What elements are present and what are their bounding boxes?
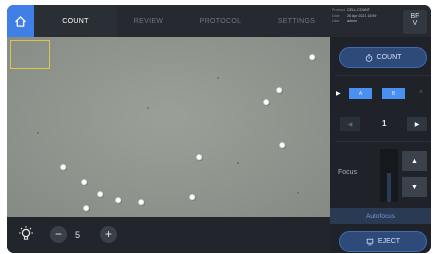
app-screen: COUNT REVIEW PROTOCOL SETTINGS Protocol …: [7, 5, 431, 253]
zoom-in-button[interactable]: +: [100, 226, 117, 243]
tab-settings[interactable]: SETTINGS: [261, 5, 332, 37]
cell: [279, 142, 286, 149]
tab-count[interactable]: COUNT: [34, 5, 117, 37]
cell: [115, 197, 122, 204]
debris: [147, 107, 149, 109]
roi-selection-box[interactable]: [10, 40, 50, 69]
chevron-down-icon: V: [412, 20, 418, 27]
focus-label: Focus: [338, 169, 358, 176]
slot-a-button[interactable]: A: [349, 88, 372, 99]
divider: [335, 141, 431, 142]
timer-icon: [365, 53, 372, 62]
debris: [217, 77, 219, 79]
cell: [60, 164, 67, 171]
control-panel: COUNT ▶ A B × ◀ 1 ▶ Focus ▲ ▼ Autofocus …: [330, 37, 431, 253]
next-button[interactable]: ▶: [407, 117, 427, 131]
focus-gauge: [380, 149, 398, 202]
eject-button-label: EJECT: [377, 238, 401, 245]
cell: [309, 54, 316, 61]
debris: [297, 192, 299, 194]
cell: [97, 191, 104, 198]
info-key: User: [332, 19, 340, 23]
info-row-user: User admin: [332, 19, 396, 25]
image-toolbar: − 5 +: [7, 217, 330, 253]
page-number: 1: [382, 119, 387, 128]
tab-review[interactable]: REVIEW: [117, 5, 180, 37]
cell: [196, 154, 203, 161]
count-button-label: COUNT: [376, 54, 402, 61]
cell: [189, 194, 196, 201]
home-icon: [15, 15, 26, 27]
slot-b-button[interactable]: B: [382, 88, 405, 99]
autofocus-button[interactable]: Autofocus: [330, 208, 431, 224]
zoom-out-button[interactable]: −: [50, 226, 67, 243]
zoom-level: 5: [75, 230, 81, 240]
user-menu-button[interactable]: BF V: [403, 10, 427, 34]
cell: [263, 99, 270, 106]
top-bar: COUNT REVIEW PROTOCOL SETTINGS Protocol …: [7, 5, 431, 37]
focus-level-fill: [387, 173, 391, 202]
session-info: Protocol CELL-COUNT Date 26 Apr 2021 15:…: [332, 8, 396, 34]
cell: [81, 179, 88, 186]
previous-button[interactable]: ◀: [340, 117, 360, 131]
debris: [237, 162, 239, 164]
debris: [37, 132, 39, 134]
microscope-image[interactable]: [7, 37, 330, 217]
tab-protocol[interactable]: PROTOCOL: [180, 5, 261, 37]
cell: [276, 87, 283, 94]
slot-pointer-icon: ▶: [336, 91, 341, 97]
home-button[interactable]: [7, 5, 34, 37]
user-initials: BF: [410, 13, 420, 20]
count-button[interactable]: COUNT: [339, 47, 427, 68]
eject-button[interactable]: EJECT: [339, 231, 427, 252]
lightbulb-icon[interactable]: [17, 225, 35, 243]
close-icon[interactable]: ×: [419, 89, 423, 96]
info-value: admin: [347, 19, 357, 23]
divider: [335, 75, 431, 76]
eject-icon: [366, 238, 374, 245]
focus-down-button[interactable]: ▼: [402, 177, 427, 197]
focus-up-button[interactable]: ▲: [402, 151, 427, 171]
cell: [83, 205, 90, 212]
cell: [138, 199, 145, 206]
